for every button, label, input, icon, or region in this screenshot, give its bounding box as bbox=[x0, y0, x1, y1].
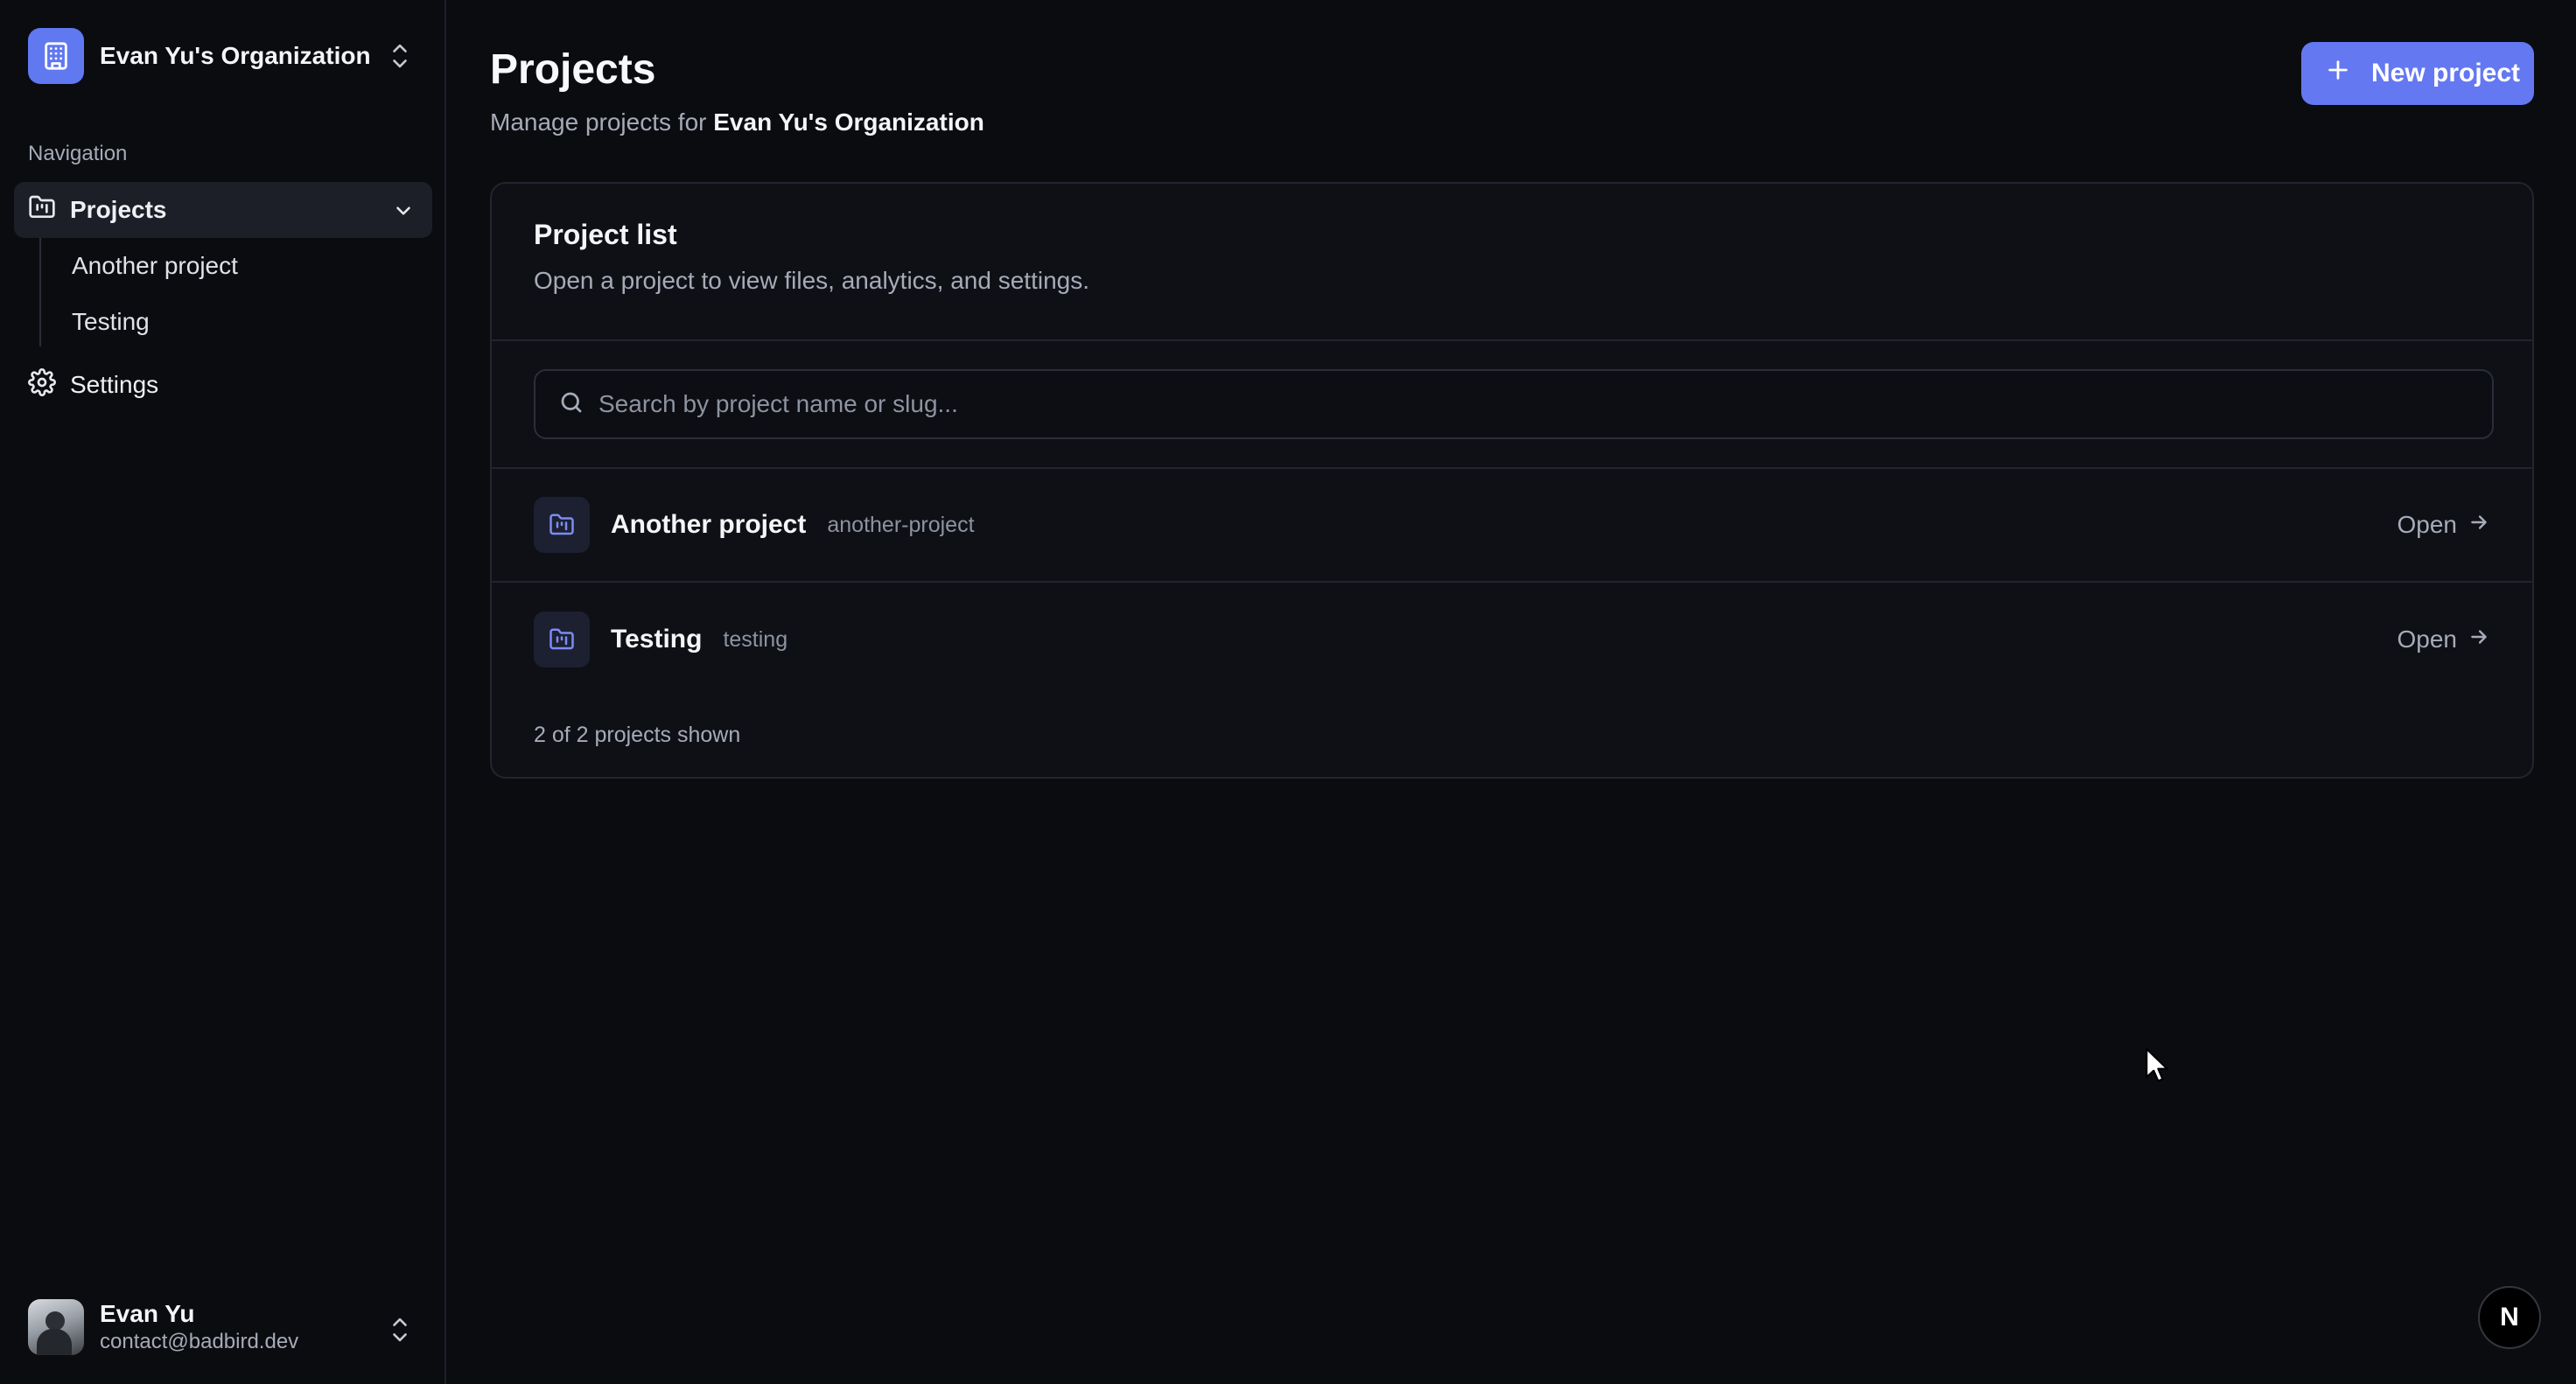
project-count: 2 of 2 projects shown bbox=[534, 723, 741, 747]
user-name: Evan Yu bbox=[100, 1300, 195, 1327]
building-icon bbox=[28, 28, 84, 84]
page-subtitle: Manage projects for Evan Yu's Organizati… bbox=[490, 108, 984, 136]
folder-kanban-icon bbox=[534, 497, 590, 553]
project-name: Another project bbox=[611, 510, 807, 539]
sidebar-subitem-label: Another project bbox=[72, 252, 238, 279]
open-project-link[interactable]: Open bbox=[2398, 626, 2491, 654]
open-label: Open bbox=[2397, 626, 2458, 653]
new-project-label: New project bbox=[2371, 59, 2521, 87]
sidebar-subitem-testing[interactable]: Testing bbox=[56, 297, 424, 346]
nav-section-label: Navigation bbox=[28, 142, 128, 165]
project-list-card: Project list Open a project to view file… bbox=[490, 182, 2534, 779]
sidebar-subitem-another-project[interactable]: Another project bbox=[56, 241, 424, 290]
sidebar-item-label: Projects bbox=[70, 196, 167, 223]
project-row[interactable]: Testing testing Open bbox=[492, 583, 2532, 696]
sidebar: Evan Yu's Organization Navigation Projec… bbox=[0, 0, 446, 1384]
app-root: Evan Yu's Organization Navigation Projec… bbox=[0, 0, 2576, 1384]
sidebar-item-label: Settings bbox=[70, 371, 159, 398]
arrow-right-icon bbox=[2468, 511, 2490, 540]
project-slug: another-project bbox=[827, 512, 975, 537]
subtitle-org: Evan Yu's Organization bbox=[713, 108, 984, 136]
folder-kanban-icon bbox=[28, 193, 56, 227]
mouse-cursor-icon bbox=[2144, 1046, 2170, 1089]
folder-kanban-icon bbox=[534, 612, 590, 668]
sidebar-item-projects[interactable]: Projects bbox=[14, 182, 432, 238]
card-header: Project list Open a project to view file… bbox=[492, 184, 2532, 341]
org-switcher[interactable]: Evan Yu's Organization bbox=[14, 14, 430, 98]
open-project-link[interactable]: Open bbox=[2398, 511, 2491, 540]
new-project-button[interactable]: New project bbox=[2301, 42, 2534, 105]
org-name: Evan Yu's Organization bbox=[100, 42, 371, 69]
project-name: Testing bbox=[611, 625, 703, 654]
page-title: Projects bbox=[490, 46, 656, 93]
badge-letter: N bbox=[2500, 1303, 2519, 1332]
chevrons-up-down-icon bbox=[388, 1314, 411, 1350]
search-box[interactable] bbox=[534, 369, 2494, 439]
search-input[interactable] bbox=[598, 390, 2436, 418]
plus-icon bbox=[2326, 58, 2350, 89]
open-label: Open bbox=[2397, 511, 2458, 538]
project-slug: testing bbox=[723, 626, 788, 652]
gear-icon bbox=[28, 367, 56, 402]
user-email: contact@badbird.dev bbox=[100, 1330, 299, 1353]
chevrons-up-down-icon bbox=[388, 40, 411, 76]
subtitle-prefix: Manage projects for bbox=[490, 108, 707, 136]
project-row[interactable]: Another project another-project Open bbox=[492, 469, 2532, 583]
card-title: Project list bbox=[534, 219, 677, 250]
user-menu[interactable]: Evan Yu contact@badbird.dev bbox=[14, 1291, 430, 1363]
avatar bbox=[28, 1299, 84, 1355]
search-icon bbox=[558, 389, 584, 420]
dev-tools-badge[interactable]: N bbox=[2478, 1286, 2541, 1349]
sidebar-item-settings[interactable]: Settings bbox=[14, 357, 432, 413]
card-description: Open a project to view files, analytics,… bbox=[534, 267, 1089, 294]
sub-tree-line bbox=[39, 238, 41, 346]
sidebar-subitem-label: Testing bbox=[72, 308, 150, 335]
main-content: Projects Manage projects for Evan Yu's O… bbox=[446, 0, 2576, 1384]
chevron-down-icon[interactable] bbox=[392, 199, 415, 228]
search-section bbox=[492, 341, 2532, 469]
arrow-right-icon bbox=[2468, 626, 2490, 654]
